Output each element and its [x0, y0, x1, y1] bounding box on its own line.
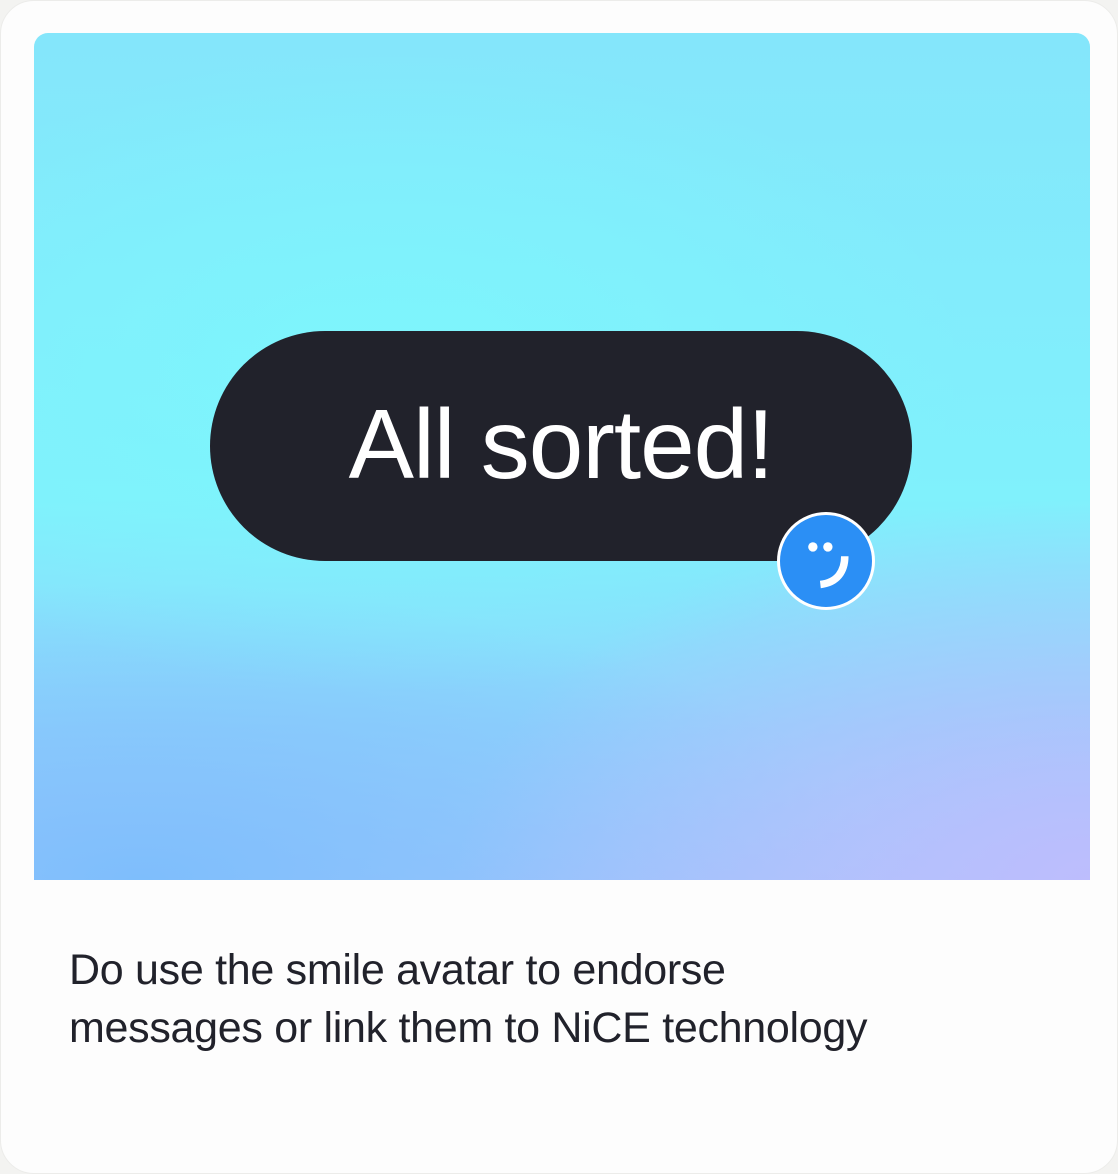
message-bubble-text: All sorted! — [348, 389, 775, 499]
caption-line: Do use the smile avatar to endorse — [69, 946, 726, 994]
caption-line: messages or link them to NiCE technology — [69, 1004, 868, 1052]
caption: Do use the smile avatar to endorse messa… — [69, 941, 1049, 1057]
smile-icon — [808, 542, 849, 589]
guideline-card: All sorted! Do use the smile avatar to e… — [0, 0, 1118, 1174]
hero-image: All sorted! — [34, 33, 1090, 880]
smile-avatar — [777, 512, 875, 610]
